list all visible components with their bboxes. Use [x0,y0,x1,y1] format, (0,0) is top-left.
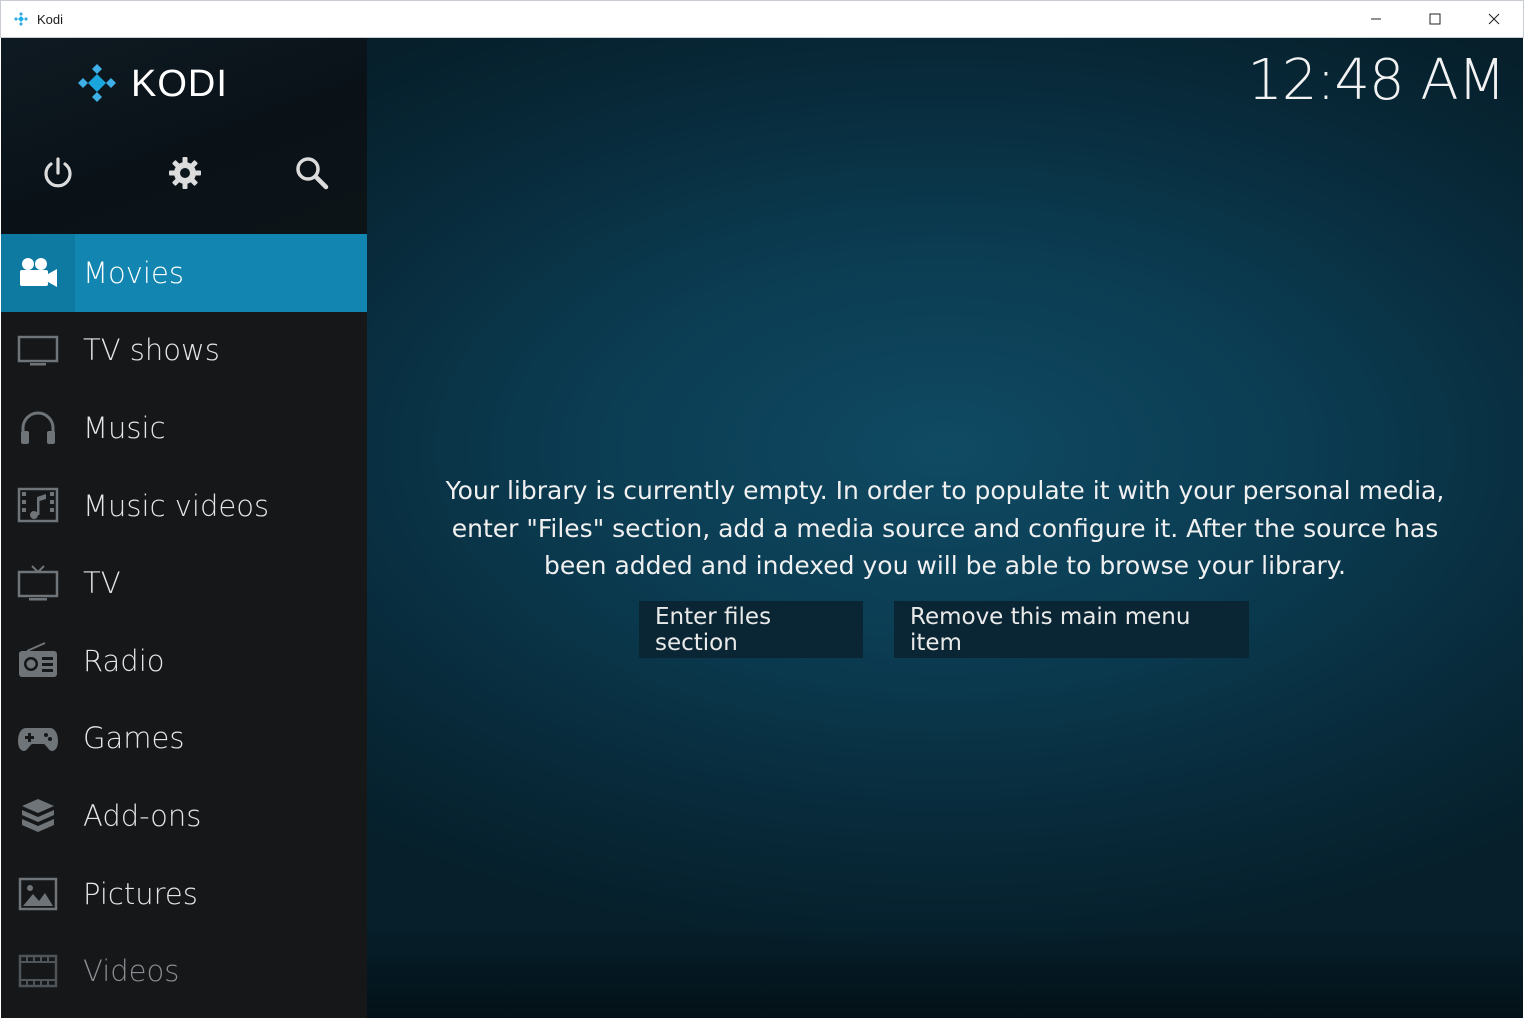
sidebar-item-music-videos[interactable]: Music videos [1,467,367,545]
clock: 12:48 AM [1247,48,1506,113]
kodi-app: KODI Movies TV shows Music Music videos … [1,38,1523,1018]
sidebar-item-label: Videos [83,954,180,989]
sidebar-item-music[interactable]: Music [1,389,367,467]
maximize-button[interactable] [1405,1,1464,37]
gamepad-icon [18,728,58,752]
sidebar-item-label: Music videos [83,488,270,523]
remove-menu-item-button[interactable]: Remove this main menu item [894,601,1249,658]
sidebar-header: KODI [1,38,367,234]
movie-camera-icon [20,257,57,287]
picture-icon [18,877,58,910]
sidebar-item-label: Movies [83,255,184,290]
sidebar-item-label: TV shows [83,333,220,368]
sidebar-item-label: Pictures [83,876,198,911]
tv-monitor-icon [17,336,59,366]
window-titlebar: Kodi [0,0,1524,38]
addons-box-icon [22,798,54,832]
window-title: Kodi [37,11,64,27]
sidebar: KODI Movies TV shows Music Music videos … [1,38,367,1018]
sidebar-item-label: Games [83,721,185,756]
sidebar-item-tv-shows[interactable]: TV shows [1,312,367,390]
search-button[interactable] [287,148,337,198]
power-icon [44,157,72,188]
sidebar-item-pictures[interactable]: Pictures [1,855,367,933]
tv-icon [17,565,59,601]
radio-icon [19,641,57,677]
film-strip-icon [18,954,58,988]
window-controls [1346,1,1523,37]
music-video-icon [17,487,59,522]
action-buttons: Enter files section Remove this main men… [639,601,1249,658]
gear-icon [169,157,201,189]
empty-library-message: Your library is currently empty. In orde… [445,476,1445,580]
enter-files-section-button[interactable]: Enter files section [639,601,863,658]
sidebar-item-videos[interactable]: Videos [1,932,367,1010]
close-button[interactable] [1464,1,1523,37]
sidebar-item-tv[interactable]: TV [1,544,367,622]
kodi-app-icon [14,12,28,26]
close-icon [1488,13,1499,25]
kodi-logo-text: KODI [131,62,228,105]
kodi-logo[interactable]: KODI [75,62,228,106]
sidebar-item-add-ons[interactable]: Add-ons [1,777,367,855]
minimize-button[interactable] [1346,1,1405,37]
sidebar-item-label: Music [83,410,166,445]
sidebar-item-games[interactable]: Games [1,700,367,778]
minimize-icon [1370,18,1381,20]
search-icon [296,157,329,190]
power-button[interactable] [33,148,83,198]
sidebar-item-label: Add-ons [83,798,202,833]
maximize-icon [1429,13,1440,25]
sidebar-item-radio[interactable]: Radio [1,622,367,700]
kodi-logo-icon [78,64,116,102]
headphones-icon [21,411,55,444]
sidebar-item-label: Radio [83,643,165,678]
sidebar-item-movies[interactable]: Movies [1,234,367,312]
settings-button[interactable] [160,148,210,198]
sidebar-item-label: TV [83,566,121,601]
main-menu: Movies TV shows Music Music videos TV Ra… [1,234,367,1010]
top-icon-bar [1,148,367,208]
